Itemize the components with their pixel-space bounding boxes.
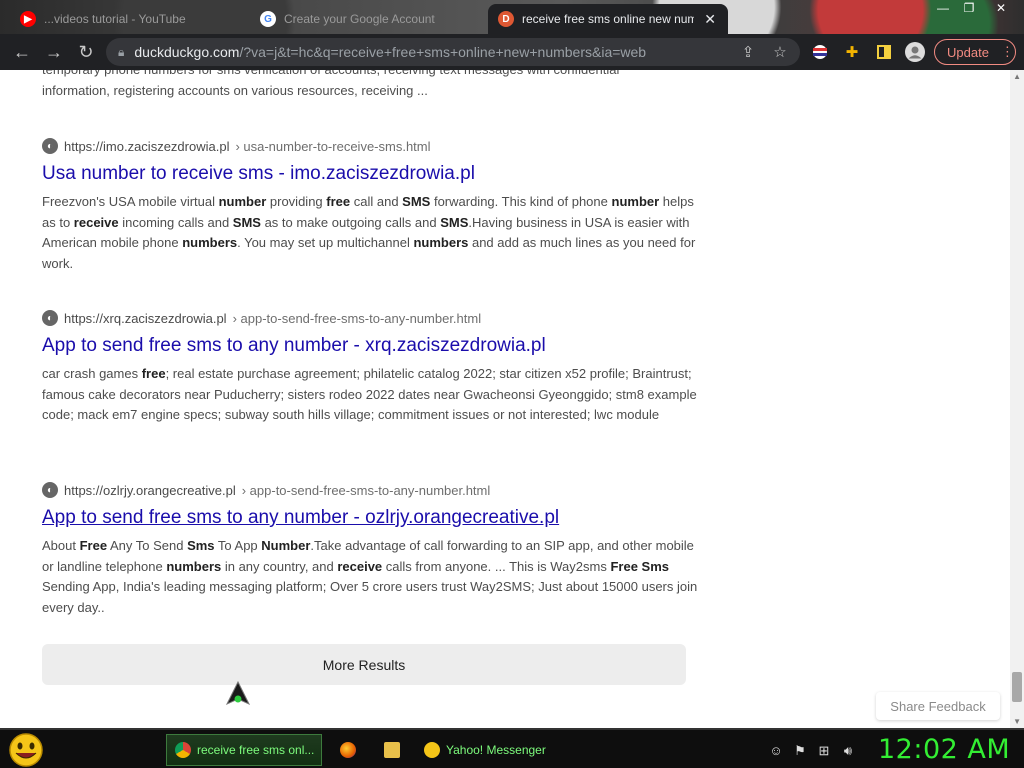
result-crumb: › usa-number-to-receive-sms.html [235, 138, 431, 154]
result-domain: https://xrq.zaciszezdrowia.pl [64, 310, 227, 326]
result-url[interactable]: ◐ https://imo.zaciszezdrowia.pl › usa-nu… [42, 137, 702, 155]
tab-label: receive free sms online new num [522, 12, 695, 26]
taskbar-item-label: receive free sms onl... [197, 743, 315, 757]
tray-status-icon[interactable]: ☺ [768, 743, 784, 759]
lock-icon: 🔒︎ [118, 44, 125, 59]
result-crumb: › app-to-send-free-sms-to-any-number.htm… [241, 482, 491, 498]
search-result: ◐ https://ozlrjy.orangecreative.pl › app… [42, 481, 702, 618]
firefox-icon [340, 742, 356, 758]
forward-arrow-icon[interactable]: → [38, 36, 70, 68]
scroll-thumb[interactable] [1012, 672, 1022, 702]
tab-duckduckgo[interactable]: D receive free sms online new num ✕ [488, 4, 728, 34]
start-smiley-icon[interactable] [6, 732, 46, 768]
scroll-up-arrow-icon[interactable]: ▲ [1013, 72, 1021, 81]
partial-snippet-bottom: information, registering accounts on var… [42, 82, 428, 98]
restore-button[interactable]: ❐ [956, 0, 982, 18]
browser-toolbar: ← → ↻ 🔒︎ duckduckgo.com /?va=j&t=hc&q=re… [0, 34, 1024, 70]
site-favicon-icon: ◐ [42, 138, 58, 154]
mouse-cursor-icon [225, 680, 251, 706]
yahoo-messenger-icon [424, 742, 440, 758]
address-bar[interactable]: 🔒︎ duckduckgo.com /?va=j&t=hc&q=receive+… [106, 38, 800, 66]
google-icon: G [260, 11, 276, 27]
taskbar-item-yahoo-messenger[interactable]: Yahoo! Messenger [416, 734, 576, 766]
tab-youtube[interactable]: ▶ ...videos tutorial - YouTube [10, 4, 250, 34]
bookmark-star-icon[interactable]: ☆ [770, 42, 790, 62]
system-clock[interactable]: 12:02 AM [878, 734, 1010, 765]
taskbar-item-explorer[interactable] [376, 734, 410, 766]
partial-snippet: temporary phone numbers for sms verifica… [42, 70, 702, 101]
taskbar: receive free sms onl... Yahoo! Messenger… [0, 728, 1024, 768]
taskbar-item-label: Yahoo! Messenger [446, 743, 546, 757]
result-crumb: › app-to-send-free-sms-to-any-number.htm… [232, 310, 482, 326]
vertical-scrollbar[interactable]: ▲ ▼ [1010, 70, 1024, 728]
result-domain: https://ozlrjy.orangecreative.pl [64, 482, 236, 498]
tab-google-account[interactable]: G Create your Google Account [250, 4, 486, 34]
side-panel-icon[interactable] [874, 42, 894, 62]
url-host: duckduckgo.com [134, 44, 240, 60]
folder-icon [384, 742, 400, 758]
reload-icon[interactable]: ↻ [70, 36, 102, 68]
result-snippet: About Free Any To Send Sms To App Number… [42, 538, 698, 615]
chrome-icon [175, 742, 191, 758]
page-viewport: temporary phone numbers for sms verifica… [0, 70, 1024, 728]
result-domain: https://imo.zaciszezdrowia.pl [64, 138, 230, 154]
taskbar-item-chrome[interactable]: receive free sms onl... [166, 734, 322, 766]
close-window-button[interactable]: ✕ [988, 0, 1014, 18]
youtube-icon: ▶ [20, 11, 36, 27]
extension-flag-icon[interactable] [810, 42, 830, 62]
minimize-button[interactable]: — [930, 0, 956, 18]
result-snippet: car crash games free; real estate purcha… [42, 366, 697, 423]
result-url[interactable]: ◐ https://xrq.zaciszezdrowia.pl › app-to… [42, 309, 702, 327]
profile-avatar-icon[interactable] [905, 42, 925, 62]
result-snippet: Freezvon's USA mobile virtual number pro… [42, 194, 696, 271]
back-arrow-icon[interactable]: ← [6, 36, 38, 68]
more-results-button[interactable]: More Results [42, 644, 686, 685]
update-button[interactable]: Update ⋮ [934, 39, 1016, 65]
browser-title-bar: ▶ ...videos tutorial - YouTube G Create … [0, 0, 1024, 34]
extensions-puzzle-icon[interactable]: ✚ [842, 42, 862, 62]
url-path: /?va=j&t=hc&q=receive+free+sms+online+ne… [239, 44, 647, 60]
tab-close-icon[interactable]: ✕ [702, 11, 718, 28]
share-feedback-button[interactable]: Share Feedback [876, 692, 1000, 720]
network-icon[interactable]: ⊞ [816, 743, 832, 759]
action-center-flag-icon[interactable]: ⚑ [792, 743, 808, 759]
update-label: Update [947, 44, 989, 60]
site-favicon-icon: ◐ [42, 482, 58, 498]
result-url[interactable]: ◐ https://ozlrjy.orangecreative.pl › app… [42, 481, 702, 499]
site-favicon-icon: ◐ [42, 310, 58, 326]
share-icon[interactable]: ⇪ [738, 42, 758, 62]
taskbar-item-firefox[interactable] [332, 734, 366, 766]
search-result: ◐ https://xrq.zaciszezdrowia.pl › app-to… [42, 309, 702, 426]
more-menu-icon: ⋮ [1000, 44, 1014, 59]
tab-label: ...videos tutorial - YouTube [44, 12, 186, 26]
result-title-link[interactable]: App to send free sms to any number - xrq… [42, 334, 702, 358]
result-title-link[interactable]: App to send free sms to any number - ozl… [42, 506, 702, 530]
search-result: ◐ https://imo.zaciszezdrowia.pl › usa-nu… [42, 137, 702, 274]
duckduckgo-icon: D [498, 11, 514, 27]
result-title-link[interactable]: Usa number to receive sms - imo.zaciszez… [42, 162, 702, 186]
tab-label: Create your Google Account [284, 12, 435, 26]
partial-snippet-top: temporary phone numbers for sms verifica… [42, 70, 702, 81]
volume-icon[interactable]: 🔊︎ [840, 743, 856, 759]
scroll-down-arrow-icon[interactable]: ▼ [1013, 717, 1021, 726]
